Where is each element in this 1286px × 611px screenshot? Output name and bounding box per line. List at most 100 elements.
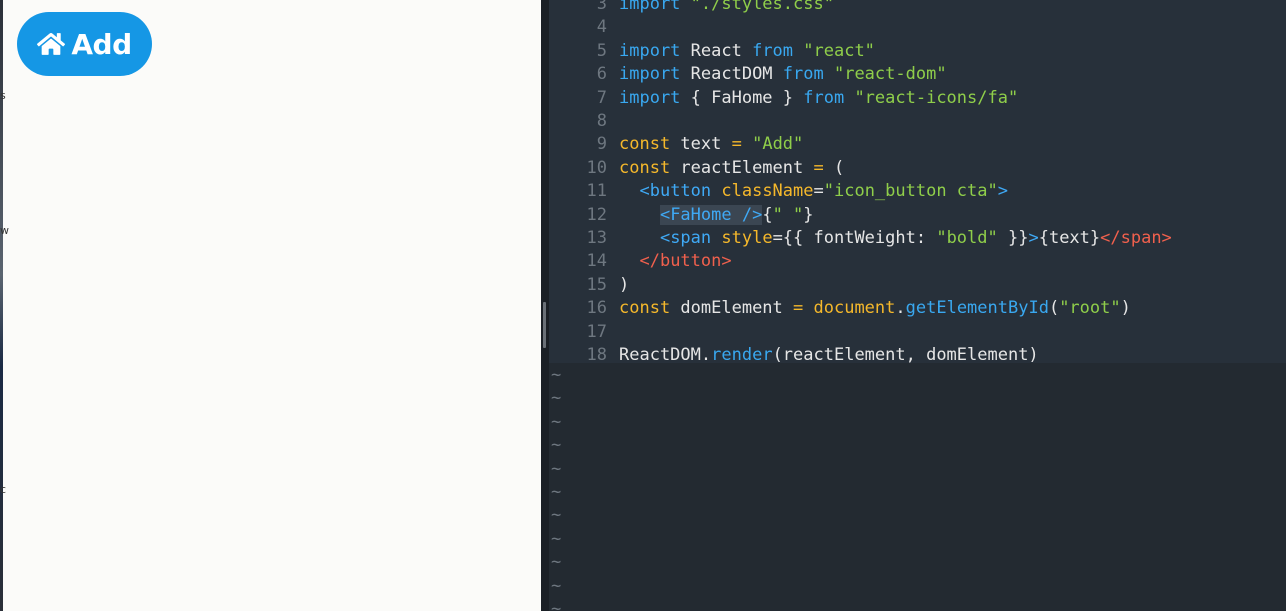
line-number: 7 [596, 87, 607, 108]
code-line[interactable]: 6 import ReactDOM from "react-dom" [549, 63, 1286, 86]
screen: s w c Add 3 import "./styles.css" 4 5 import… [0, 0, 1286, 611]
code-line[interactable]: 15) [549, 274, 1286, 297]
code-line[interactable]: 16 const domElement = document.getElement… [549, 297, 1286, 320]
empty-line-tilde: ~ [551, 599, 562, 611]
code-line[interactable]: 4 [549, 16, 1286, 39]
edge-glyph: c [0, 483, 7, 496]
code-token: <span [659, 228, 722, 248]
code-line[interactable]: 18 ReactDOM.render(reactElement, domEleme… [549, 344, 1286, 367]
code-token: {text} [1038, 228, 1101, 248]
line-code: </button> [619, 250, 732, 273]
line-number: 5 [596, 40, 607, 61]
code-token: . [700, 345, 712, 365]
code-token: { FaHome } [690, 87, 804, 108]
code-token: const [619, 298, 681, 319]
line-code: import { FaHome } from "react-icons/fa" [619, 87, 1018, 110]
empty-line-tilde: ~ [551, 435, 562, 456]
code-token: </span> [1100, 228, 1172, 248]
empty-line-tilde: ~ [551, 575, 562, 596]
code-token: <FaHome /> [659, 204, 763, 225]
code-token: ReactDOM [619, 345, 701, 365]
empty-line-tilde: ~ [551, 458, 562, 479]
code-token: import [619, 40, 691, 61]
line-code: const domElement = document.getElementBy… [619, 297, 1131, 320]
code-token: > [997, 181, 1008, 202]
line-code: const text = "Add" [619, 133, 803, 156]
code-editor[interactable]: 3 import "./styles.css" 4 5 import React fro… [549, 0, 1286, 611]
edge-glyph: w [0, 224, 9, 237]
code-token: . [895, 298, 906, 319]
line-number: 9 [596, 134, 607, 155]
code-line[interactable]: 14 </button> [549, 250, 1286, 273]
code-token: React [690, 40, 753, 61]
code-line[interactable]: 9 const text = "Add" [549, 133, 1286, 156]
code-token: "./styles.css" [690, 0, 834, 14]
add-button[interactable]: Add [17, 12, 152, 76]
code-token: <button [639, 181, 722, 202]
empty-line-tilde: ~ [551, 365, 562, 385]
preview-pane: s w c Add [0, 0, 541, 611]
empty-line-tilde: ~ [551, 388, 562, 409]
code-token: (reactElement, domElement) [772, 345, 1039, 365]
edge-glyph: s [0, 89, 6, 102]
code-token: className [721, 181, 814, 202]
code-token: ) [1120, 298, 1131, 319]
code-token: from [752, 40, 804, 61]
home-icon [37, 33, 66, 55]
divider-handle[interactable] [543, 302, 546, 348]
code-token: "Add" [752, 134, 804, 155]
empty-line-tilde: ~ [551, 411, 562, 432]
empty-line-tilde: ~ [551, 528, 562, 549]
code-token: import [619, 64, 691, 85]
code-token: "root" [1059, 298, 1121, 319]
code-token: </button> [639, 251, 732, 272]
line-number: 3 [596, 0, 607, 14]
code-token: ( [833, 157, 845, 178]
code-line[interactable]: 17 [549, 321, 1286, 344]
line-number: 17 [586, 321, 607, 342]
code-line[interactable]: 11 <button className="icon_button cta"> [549, 180, 1286, 203]
code-token: "react-icons/fa" [854, 87, 1019, 108]
code-token: "bold" [936, 228, 998, 248]
code-token: = [793, 298, 814, 319]
code-token: = [731, 134, 753, 155]
line-number: 8 [596, 111, 607, 131]
line-number: 6 [596, 64, 607, 85]
line-code: ReactDOM.render(reactElement, domElement… [619, 344, 1039, 367]
code-token: ={{ fontWeight: [772, 228, 937, 248]
code-token: = [813, 181, 824, 202]
code-token: ReactDOM [690, 64, 783, 85]
code-token: "react" [803, 40, 875, 61]
code-token: const [619, 134, 681, 155]
code-token: from [782, 64, 834, 85]
code-line[interactable]: 10 const reactElement = ( [549, 157, 1286, 180]
line-number: 11 [586, 181, 607, 202]
code-token: reactElement [680, 157, 814, 178]
code-line[interactable]: 3 import "./styles.css" [549, 0, 1286, 16]
code-token: "icon_button cta" [823, 181, 998, 202]
code-line[interactable]: 12 <FaHome />{" "} [549, 204, 1286, 227]
code-token: " " [772, 204, 804, 225]
code-line[interactable]: 5 import React from "react" [549, 40, 1286, 63]
code-token: ( [1048, 298, 1060, 319]
code-line[interactable]: 8 [549, 110, 1286, 133]
code-token: domElement [680, 298, 794, 319]
line-code: import "./styles.css" [619, 0, 834, 16]
line-number: 12 [586, 204, 607, 225]
empty-line-tilde: ~ [551, 552, 562, 573]
code-line[interactable]: 7 import { FaHome } from "react-icons/fa" [549, 87, 1286, 110]
code-token: ) [619, 274, 630, 295]
line-code: ) [619, 274, 629, 297]
code-line[interactable]: 13 <span style={{ fontWeight: "bold" }}>… [549, 227, 1286, 250]
add-button-label: Add [71, 27, 132, 61]
code-token: document [813, 298, 896, 319]
code-token: import [619, 0, 691, 14]
code-token: text [680, 134, 732, 155]
code-token: from [803, 87, 855, 108]
code-token: style [721, 228, 773, 248]
line-code: import ReactDOM from "react-dom" [619, 63, 947, 86]
line-number: 15 [586, 274, 607, 295]
